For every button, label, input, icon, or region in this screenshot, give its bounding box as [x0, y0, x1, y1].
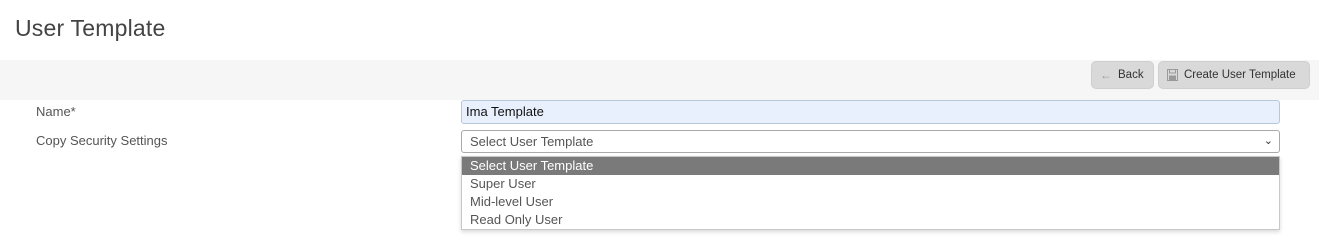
- arrow-left-icon: ←: [1100, 68, 1112, 82]
- back-button[interactable]: ← Back: [1091, 61, 1154, 89]
- save-disk-icon: [1167, 69, 1178, 81]
- copy-security-settings-select[interactable]: Select User Template ⌄: [461, 130, 1280, 153]
- create-user-template-button[interactable]: Create User Template: [1158, 61, 1310, 89]
- option-select-user-template[interactable]: Select User Template: [462, 157, 1279, 175]
- select-dropdown-list: Select User Template Super User Mid-leve…: [461, 156, 1280, 230]
- page-title: User Template: [15, 15, 166, 41]
- back-button-label: Back: [1118, 69, 1144, 81]
- option-super-user[interactable]: Super User: [462, 175, 1279, 193]
- chevron-down-icon: ⌄: [1263, 135, 1273, 147]
- option-read-only-user[interactable]: Read Only User: [462, 211, 1279, 229]
- select-value: Select User Template: [470, 134, 594, 149]
- option-mid-level-user[interactable]: Mid-level User: [462, 193, 1279, 211]
- create-button-label: Create User Template: [1184, 69, 1296, 81]
- name-label: Name*: [36, 104, 76, 119]
- name-input[interactable]: Ima Template: [461, 100, 1280, 124]
- copy-security-settings-label: Copy Security Settings: [36, 133, 168, 148]
